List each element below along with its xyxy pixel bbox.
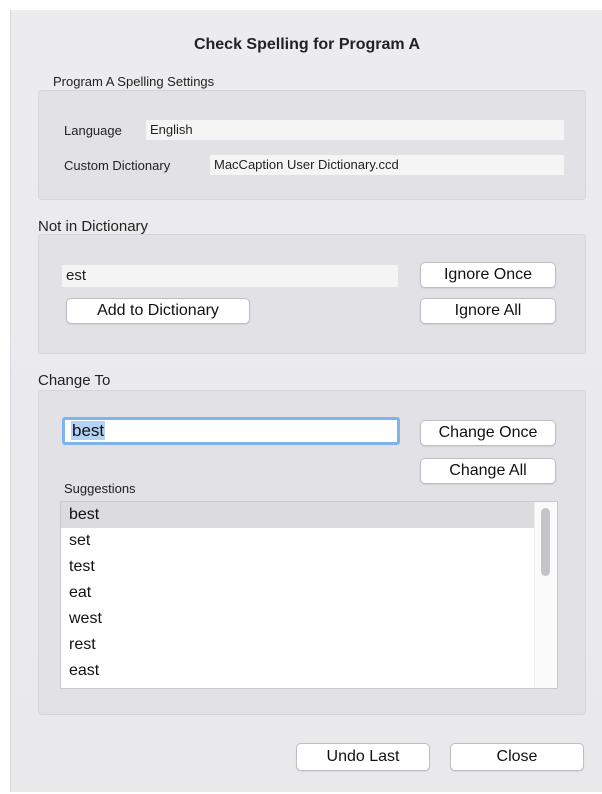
misspelled-word-field: est — [62, 265, 398, 287]
suggestion-item[interactable]: west — [61, 606, 557, 632]
change-to-input[interactable]: best — [62, 417, 400, 445]
suggestion-item[interactable]: east — [61, 658, 557, 684]
scrollbar-thumb[interactable] — [541, 508, 550, 576]
ignore-once-button[interactable]: Ignore Once — [420, 262, 556, 288]
dialog-title: Check Spelling for Program A — [193, 36, 421, 53]
change-to-label: Change To — [38, 372, 111, 389]
close-button[interactable]: Close — [450, 743, 584, 771]
change-all-button[interactable]: Change All — [420, 458, 556, 484]
language-field: English — [146, 120, 564, 140]
undo-last-button[interactable]: Undo Last — [296, 743, 430, 771]
suggestions-items: best set test eat west rest east — [61, 502, 557, 684]
suggestions-label: Suggestions — [64, 481, 136, 496]
not-in-dictionary-label: Not in Dictionary — [38, 218, 149, 235]
suggestion-item[interactable]: test — [61, 554, 557, 580]
suggestions-list[interactable]: best set test eat west rest east — [60, 501, 558, 689]
suggestions-scrollbar[interactable] — [534, 502, 557, 688]
language-label: Language — [64, 123, 122, 138]
change-to-value: best — [71, 421, 106, 440]
change-once-button[interactable]: Change Once — [420, 420, 556, 446]
suggestion-item[interactable]: eat — [61, 580, 557, 606]
change-to-group: best Change Once Change All Suggestions … — [38, 390, 586, 715]
not-in-dictionary-group: est Ignore Once Ignore All Add to Dictio… — [38, 234, 586, 354]
spelling-settings-group: Language English Custom Dictionary MacCa… — [38, 90, 586, 200]
suggestion-item[interactable]: set — [61, 528, 557, 554]
suggestion-item[interactable]: rest — [61, 632, 557, 658]
spelling-dialog: Check Spelling for Program A Program A S… — [10, 10, 602, 792]
spelling-settings-label: Program A Spelling Settings — [53, 74, 215, 89]
add-to-dictionary-button[interactable]: Add to Dictionary — [66, 298, 250, 324]
suggestion-item[interactable]: best — [61, 502, 557, 528]
ignore-all-button[interactable]: Ignore All — [420, 298, 556, 324]
custom-dictionary-field: MacCaption User Dictionary.ccd — [210, 155, 564, 175]
custom-dictionary-label: Custom Dictionary — [64, 158, 171, 173]
